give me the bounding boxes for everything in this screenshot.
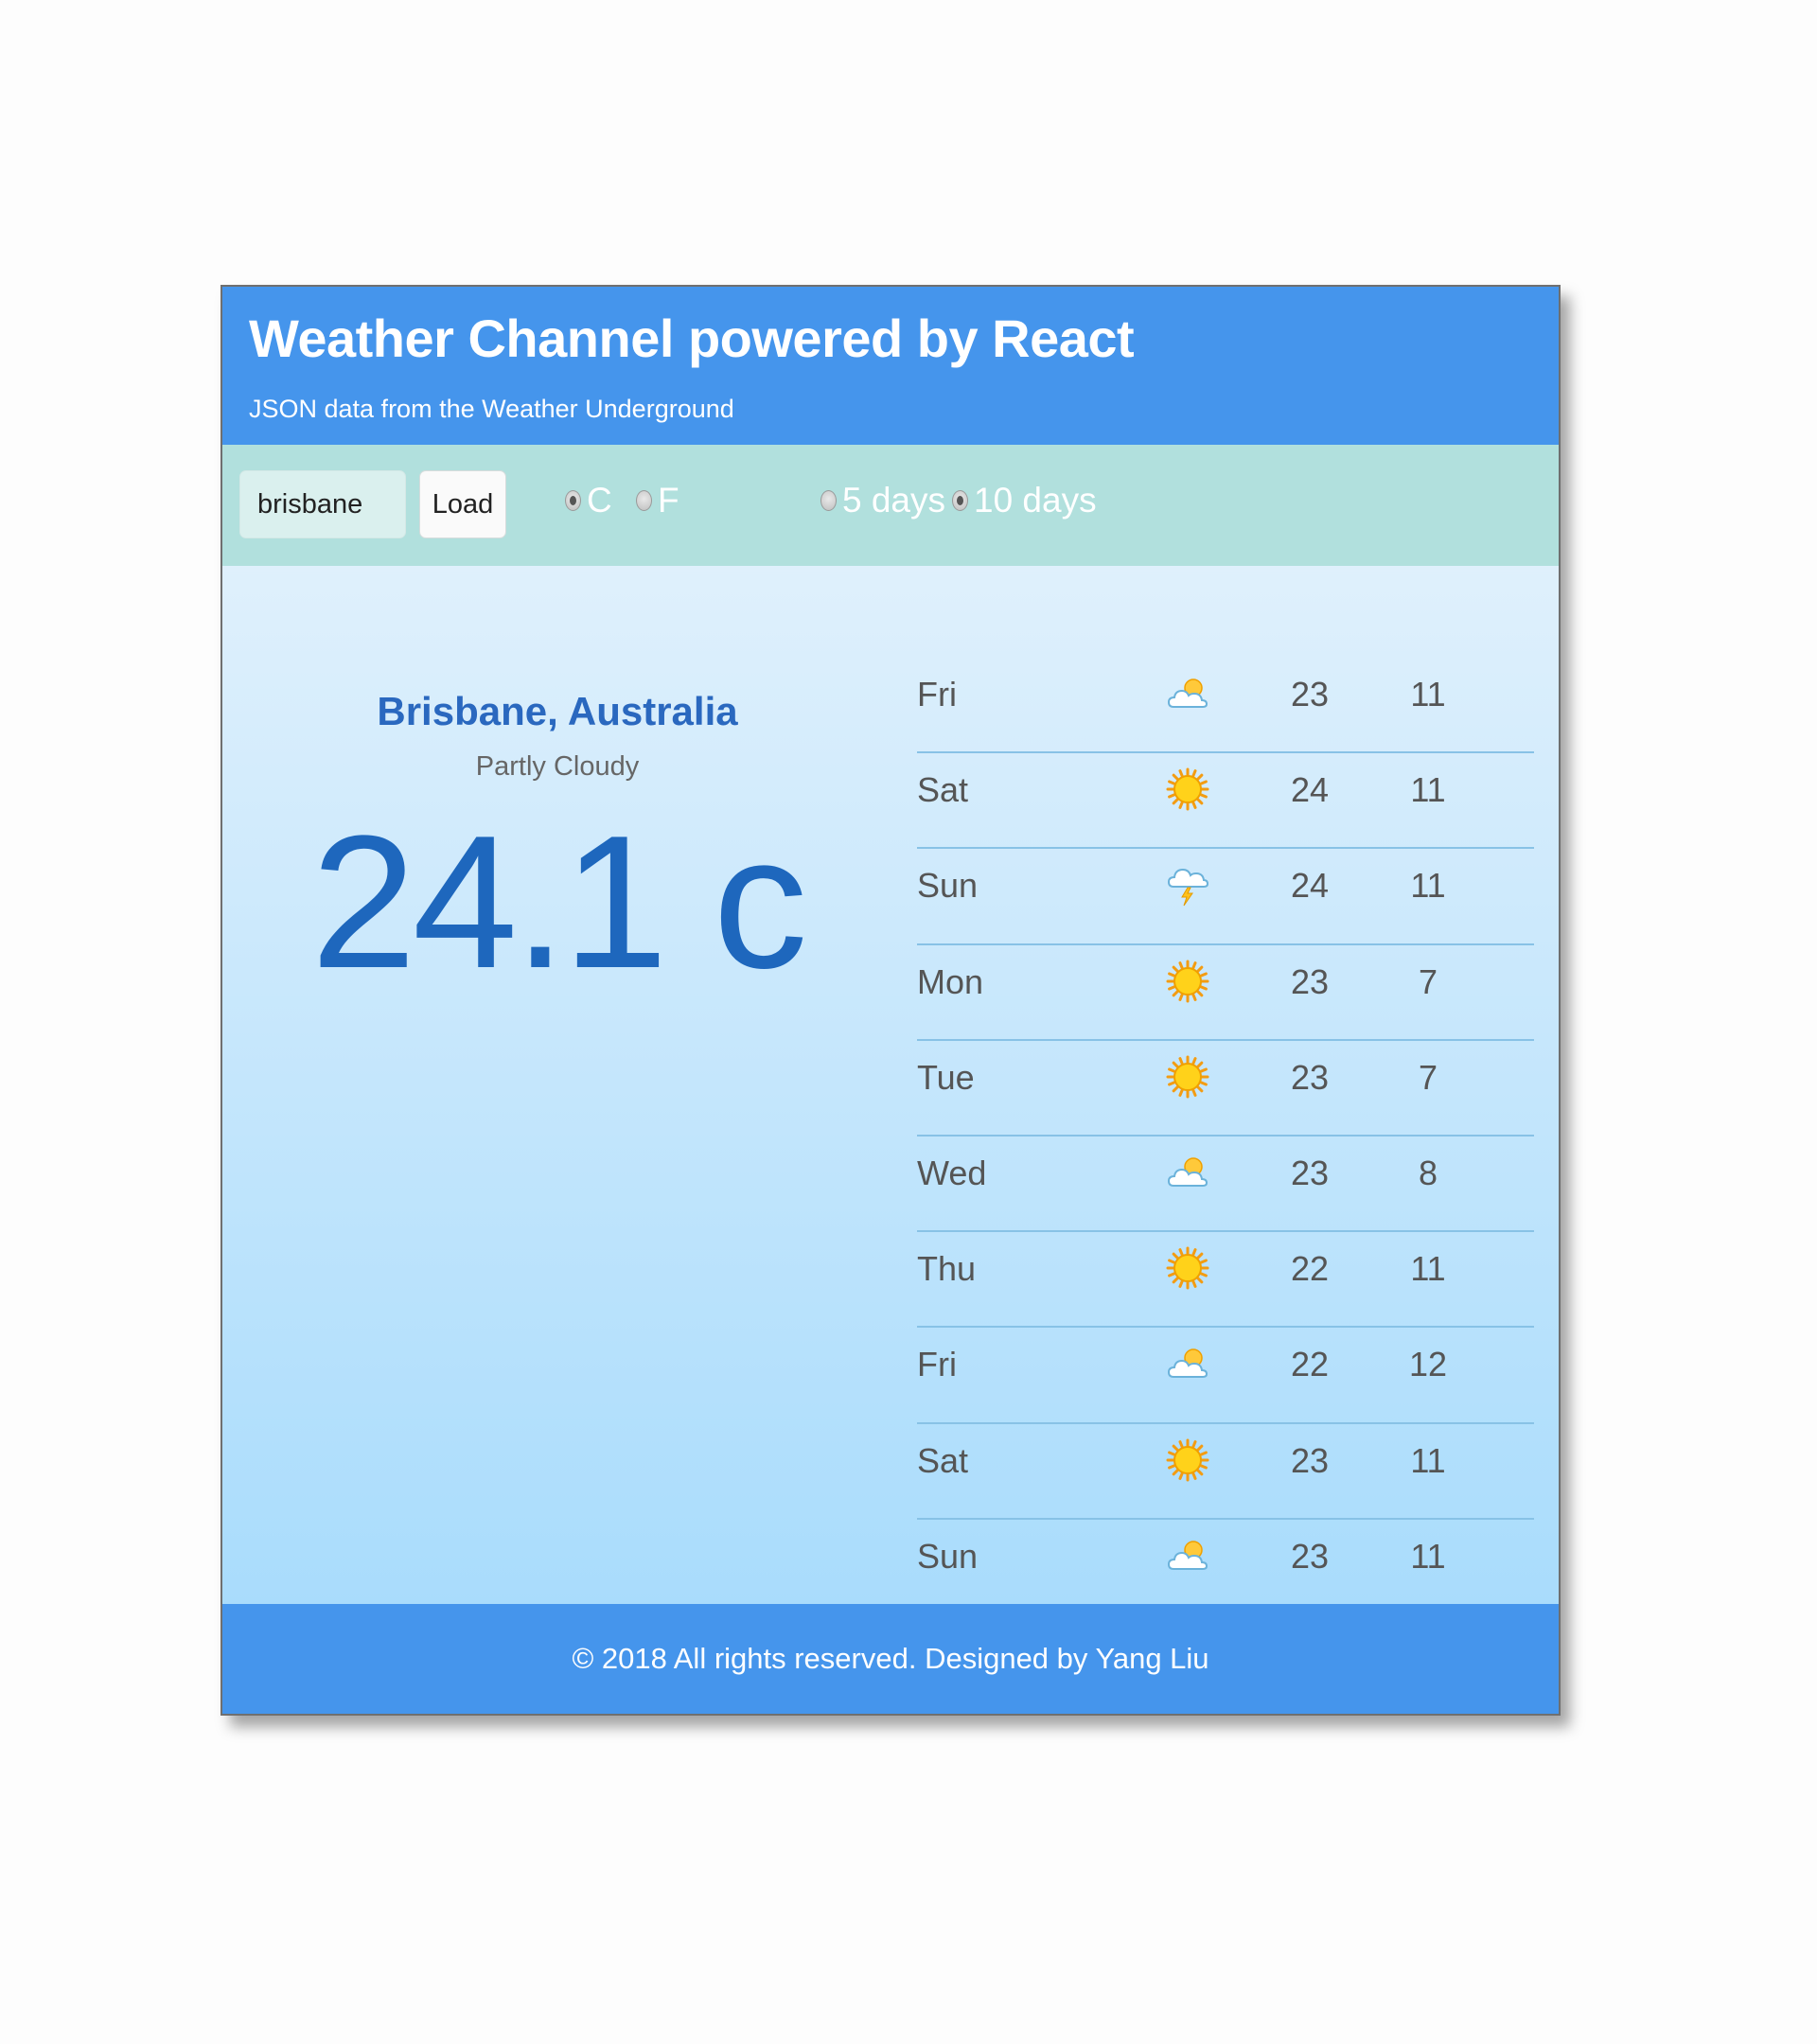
forecast-day: Wed xyxy=(917,1153,987,1192)
forecast-low: 11 xyxy=(1410,866,1446,906)
forecast-high: 23 xyxy=(1290,1440,1330,1480)
forecast-low: 12 xyxy=(1408,1345,1448,1384)
forecast-high: 23 xyxy=(1290,961,1330,1001)
partly-cloudy-icon xyxy=(1165,1341,1210,1386)
forecast-low: 11 xyxy=(1410,1536,1446,1576)
unit-radio-f[interactable]: F xyxy=(636,481,679,520)
forecast-row: Fri 22 12 xyxy=(917,1328,1534,1424)
sun-icon xyxy=(1165,1437,1210,1483)
forecast-high: 23 xyxy=(1290,675,1330,714)
range-radio-10-days[interactable]: 10 days xyxy=(952,481,1097,520)
forecast-row: Sat 23 11 xyxy=(917,1424,1534,1520)
forecast-day: Thu xyxy=(917,1249,977,1289)
forecast-day: Mon xyxy=(917,961,984,1001)
radio-checked-icon[interactable] xyxy=(565,490,581,511)
sun-icon xyxy=(1165,959,1210,1004)
forecast-low: 11 xyxy=(1410,1249,1446,1289)
forecast-row: Sun 23 11 xyxy=(917,1520,1534,1615)
forecast-low: 11 xyxy=(1410,1440,1446,1480)
forecast-high: 22 xyxy=(1290,1345,1330,1384)
forecast-high: 22 xyxy=(1290,1249,1330,1289)
forecast-day: Fri xyxy=(917,1345,957,1384)
footer-text: © 2018 All rights reserved. Designed by … xyxy=(572,1642,1209,1675)
forecast-row: Wed 23 8 xyxy=(917,1137,1534,1233)
forecast-day: Sat xyxy=(917,1440,969,1480)
load-button[interactable]: Load xyxy=(419,470,506,538)
range-label-5-days: 5 days xyxy=(842,481,946,520)
forecast-row: Sun 24 11 xyxy=(917,849,1534,945)
partly-cloudy-icon xyxy=(1165,1533,1210,1578)
unit-label-c: C xyxy=(587,481,612,520)
unit-radio-c[interactable]: C xyxy=(565,481,612,520)
unit-label-f: F xyxy=(658,481,679,520)
current-city: Brisbane, Australia xyxy=(377,689,738,733)
forecast-row: Tue 23 7 xyxy=(917,1041,1534,1137)
forecast-high: 23 xyxy=(1290,1536,1330,1576)
radio-unchecked-icon[interactable] xyxy=(636,490,652,511)
forecast-low: 11 xyxy=(1410,675,1446,714)
forecast-day: Sun xyxy=(917,1536,979,1576)
forecast-day: Sat xyxy=(917,770,969,810)
forecast-high: 24 xyxy=(1290,770,1330,810)
radio-unchecked-icon[interactable] xyxy=(820,490,837,511)
forecast-row: Fri 23 11 xyxy=(917,658,1534,754)
app-title: Weather Channel powered by React xyxy=(249,308,1135,368)
forecast-row: Sat 24 11 xyxy=(917,753,1534,850)
controls-bar: Load C F 5 days 10 days xyxy=(222,445,1559,566)
forecast-high: 23 xyxy=(1290,1057,1330,1097)
partly-cloudy-icon xyxy=(1165,1150,1210,1195)
range-radio-5-days[interactable]: 5 days xyxy=(820,481,945,520)
current-temperature: 24.1 c xyxy=(310,797,808,1008)
forecast-row: Thu 22 11 xyxy=(917,1232,1534,1329)
forecast-high: 23 xyxy=(1290,1153,1330,1192)
forecast-low: 7 xyxy=(1418,1057,1438,1097)
forecast-high: 24 xyxy=(1290,866,1330,906)
forecast-day: Tue xyxy=(917,1057,975,1097)
forecast-list: Fri 23 11 Sat 24 11 Sun 24 11 Mon 23 7 Tue 23 7 Wed 23 8 T… xyxy=(917,658,1534,1615)
city-search-input[interactable] xyxy=(239,470,406,538)
thunderstorm-icon xyxy=(1165,862,1210,907)
app-footer: © 2018 All rights reserved. Designed by … xyxy=(222,1604,1559,1714)
sun-icon xyxy=(1165,766,1210,812)
forecast-row: Mon 23 7 xyxy=(917,945,1534,1041)
weather-app-card: Weather Channel powered by React JSON da… xyxy=(221,285,1561,1716)
app-subtitle: JSON data from the Weather Underground xyxy=(249,395,734,423)
forecast-low: 8 xyxy=(1418,1153,1438,1192)
sun-icon xyxy=(1165,1054,1210,1100)
weather-body: Brisbane, Australia Partly Cloudy 24.1 c… xyxy=(222,566,1559,1615)
radio-checked-icon[interactable] xyxy=(952,490,968,511)
forecast-day: Fri xyxy=(917,675,957,714)
range-label-10-days: 10 days xyxy=(974,481,1097,520)
sun-icon xyxy=(1165,1245,1210,1291)
app-header: Weather Channel powered by React JSON da… xyxy=(222,287,1559,445)
forecast-day: Sun xyxy=(917,866,979,906)
forecast-low: 7 xyxy=(1418,961,1438,1001)
current-condition: Partly Cloudy xyxy=(475,751,640,782)
partly-cloudy-icon xyxy=(1165,671,1210,716)
forecast-low: 11 xyxy=(1410,770,1446,810)
